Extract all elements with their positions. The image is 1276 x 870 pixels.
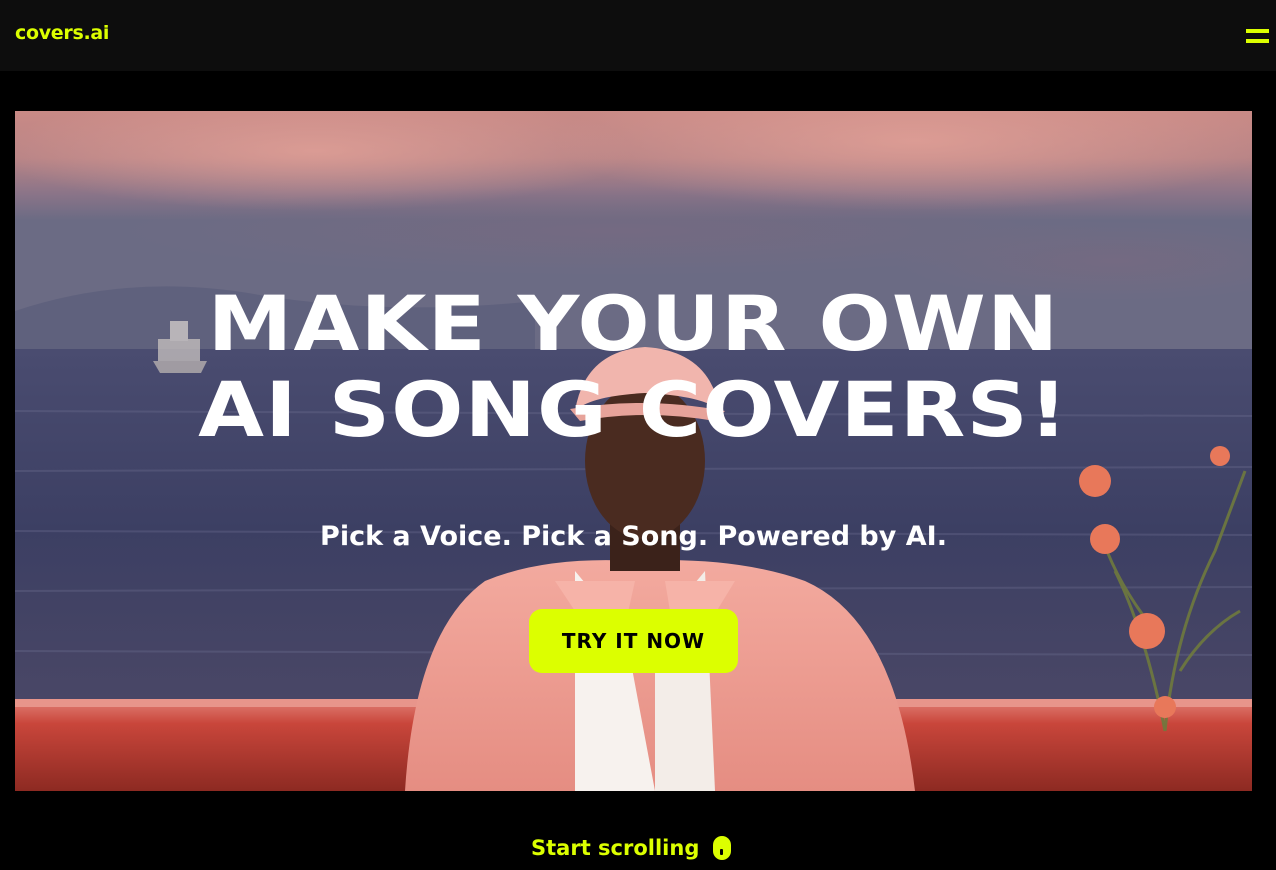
hero-headline: MAKE YOUR OWN AI SONG COVERS!: [15, 281, 1252, 453]
hero-subheadline: Pick a Voice. Pick a Song. Powered by AI…: [320, 521, 947, 552]
headline-line-2: AI SONG COVERS!: [198, 365, 1069, 454]
hero-section: MAKE YOUR OWN AI SONG COVERS! Pick a Voi…: [15, 111, 1252, 791]
try-it-now-button[interactable]: TRY IT NOW: [529, 609, 738, 673]
brand-logo[interactable]: covers.ai: [15, 22, 109, 44]
menu-button[interactable]: [1240, 24, 1272, 50]
headline-line-1: MAKE YOUR OWN: [207, 279, 1060, 368]
start-scrolling-hint[interactable]: Start scrolling: [531, 834, 732, 862]
mouse-icon: [713, 836, 732, 860]
top-navigation-bar: covers.ai: [0, 0, 1276, 71]
scroll-label: Start scrolling: [531, 836, 700, 860]
